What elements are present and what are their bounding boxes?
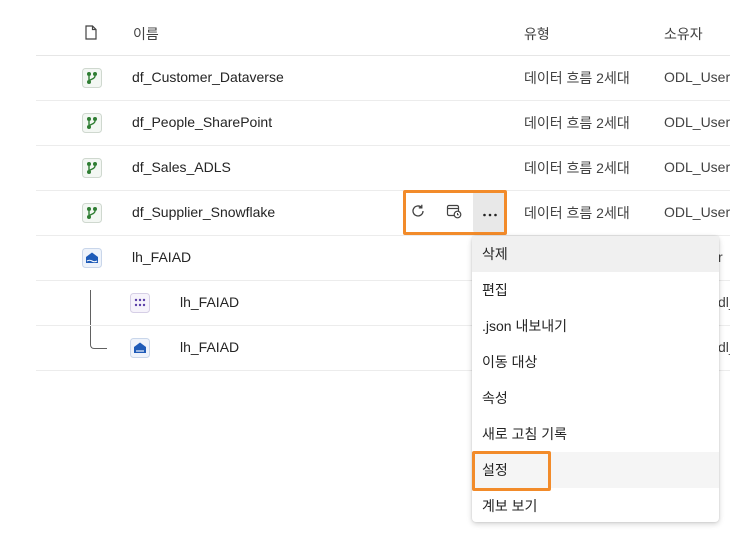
sql-endpoint-icon bbox=[130, 338, 150, 358]
row-owner: dl_ bbox=[718, 294, 730, 310]
table-row[interactable]: df_People_SharePoint 데이터 흐름 2세대 ODL_User bbox=[36, 101, 730, 146]
dataflow-icon bbox=[82, 203, 102, 223]
row-owner: ODL_User bbox=[664, 204, 730, 220]
dataflow-icon bbox=[82, 113, 102, 133]
row-type: 데이터 흐름 2세대 bbox=[524, 160, 630, 176]
menu-item-move-to[interactable]: 이동 대상 bbox=[472, 344, 719, 380]
row-name[interactable]: lh_FAIAD bbox=[180, 339, 239, 355]
row-name[interactable]: df_Sales_ADLS bbox=[132, 159, 231, 175]
row-owner: dl_ bbox=[718, 339, 730, 355]
context-menu: 삭제 편집 .json 내보내기 이동 대상 속성 새로 고침 기록 설정 계보… bbox=[472, 236, 719, 522]
menu-item-settings[interactable]: 설정 bbox=[472, 452, 719, 488]
menu-item-export-json[interactable]: .json 내보내기 bbox=[472, 308, 719, 344]
row-type: 데이터 흐름 2세대 bbox=[524, 70, 630, 86]
row-name[interactable]: df_Supplier_Snowflake bbox=[132, 204, 275, 220]
dataflow-icon bbox=[82, 68, 102, 88]
row-name[interactable]: df_People_SharePoint bbox=[132, 114, 272, 130]
lakehouse-icon bbox=[82, 248, 102, 268]
row-owner: ODL_User bbox=[664, 159, 730, 175]
menu-item-refresh-history[interactable]: 새로 고침 기록 bbox=[472, 416, 719, 452]
menu-item-properties[interactable]: 속성 bbox=[472, 380, 719, 416]
row-name[interactable]: lh_FAIAD bbox=[180, 294, 239, 310]
table-row[interactable]: df_Sales_ADLS 데이터 흐름 2세대 ODL_User bbox=[36, 146, 730, 191]
column-header-owner[interactable]: 소유자 bbox=[664, 24, 703, 44]
menu-item-edit[interactable]: 편집 bbox=[472, 272, 719, 308]
dataflow-icon bbox=[82, 158, 102, 178]
row-name[interactable]: lh_FAIAD bbox=[132, 249, 191, 265]
row-type: 데이터 흐름 2세대 bbox=[524, 115, 630, 131]
actions-highlight-box bbox=[403, 190, 507, 235]
row-owner: ODL_User bbox=[664, 69, 730, 85]
table-row[interactable]: df_Supplier_Snowflake 데이터 흐름 2세대 ODL_Use… bbox=[36, 191, 730, 236]
column-header-type[interactable]: 유형 bbox=[524, 24, 550, 44]
row-owner: ODL_User bbox=[664, 114, 730, 130]
semantic-model-icon bbox=[130, 293, 150, 313]
row-name[interactable]: df_Customer_Dataverse bbox=[132, 69, 284, 85]
menu-item-view-lineage[interactable]: 계보 보기 bbox=[472, 488, 719, 524]
column-header-name[interactable]: 이름 bbox=[133, 24, 159, 44]
table-header: 이름 유형 소유자 bbox=[36, 11, 730, 56]
row-type: 데이터 흐름 2세대 bbox=[524, 205, 630, 221]
table-row[interactable]: df_Customer_Dataverse 데이터 흐름 2세대 ODL_Use… bbox=[36, 56, 730, 101]
file-icon bbox=[85, 25, 97, 43]
menu-item-delete[interactable]: 삭제 bbox=[472, 236, 719, 272]
